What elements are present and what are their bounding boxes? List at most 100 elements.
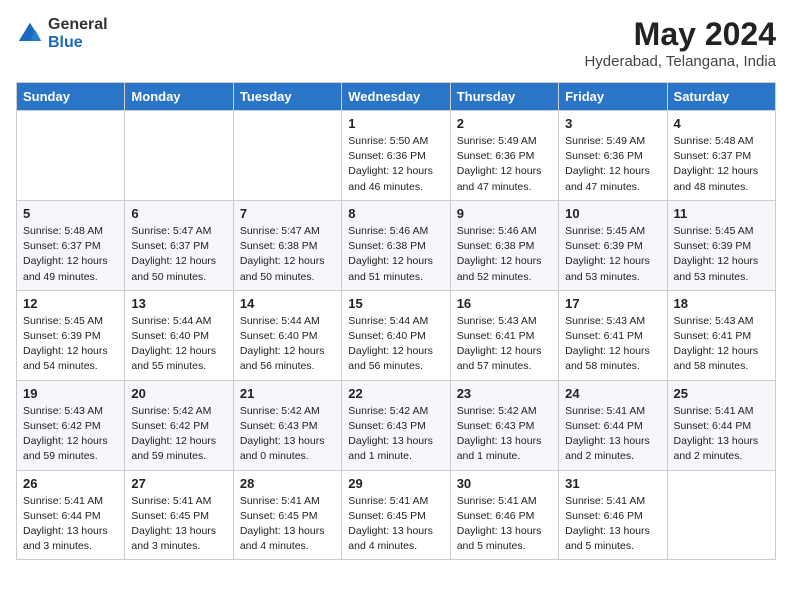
calendar-cell: 17Sunrise: 5:43 AM Sunset: 6:41 PM Dayli… — [559, 290, 667, 380]
day-number: 9 — [457, 206, 552, 221]
day-number: 18 — [674, 296, 769, 311]
day-info: Sunrise: 5:43 AM Sunset: 6:42 PM Dayligh… — [23, 404, 118, 465]
calendar-week-row: 1 Sunrise: 5:50 AM Sunset: 6:36 PM Daylig… — [17, 111, 776, 201]
calendar-cell: 27 Sunrise: 5:41 AM Sunset: 6:45 PM Dayli… — [125, 470, 233, 560]
day-info: Sunrise: 5:47 AM Sunset: 6:38 PM Dayligh… — [240, 224, 335, 285]
calendar-cell: 12Sunrise: 5:45 AM Sunset: 6:39 PM Dayli… — [17, 290, 125, 380]
calendar-cell: 18Sunrise: 5:43 AM Sunset: 6:41 PM Dayli… — [667, 290, 775, 380]
day-number: 8 — [348, 206, 443, 221]
weekday-header-friday: Friday — [559, 83, 667, 111]
calendar-cell: 23 Sunrise: 5:42 AM Sunset: 6:43 PM Dayli… — [450, 380, 558, 470]
day-number: 10 — [565, 206, 660, 221]
day-number: 21 — [240, 386, 335, 401]
calendar-cell: 26Sunrise: 5:41 AM Sunset: 6:44 PM Dayli… — [17, 470, 125, 560]
day-number: 26 — [23, 476, 118, 491]
calendar-cell: 10 Sunrise: 5:45 AM Sunset: 6:39 PM Dayli… — [559, 200, 667, 290]
title-block: May 2024 Hyderabad, Telangana, India — [584, 16, 776, 70]
calendar-cell: 22 Sunrise: 5:42 AM Sunset: 6:43 PM Dayli… — [342, 380, 450, 470]
day-info: Sunrise: 5:48 AM Sunset: 6:37 PM Dayligh… — [23, 224, 118, 285]
calendar-week-row: 26Sunrise: 5:41 AM Sunset: 6:44 PM Dayli… — [17, 470, 776, 560]
day-number: 16 — [457, 296, 552, 311]
day-info: Sunrise: 5:45 AM Sunset: 6:39 PM Dayligh… — [565, 224, 660, 285]
day-number: 4 — [674, 116, 769, 131]
day-info: Sunrise: 5:42 AM Sunset: 6:43 PM Dayligh… — [457, 404, 552, 465]
calendar-cell: 20 Sunrise: 5:42 AM Sunset: 6:42 PM Dayli… — [125, 380, 233, 470]
calendar-cell: 2 Sunrise: 5:49 AM Sunset: 6:36 PM Daylig… — [450, 111, 558, 201]
day-number: 30 — [457, 476, 552, 491]
day-number: 11 — [674, 206, 769, 221]
day-info: Sunrise: 5:44 AM Sunset: 6:40 PM Dayligh… — [131, 314, 226, 375]
day-number: 1 — [348, 116, 443, 131]
day-info: Sunrise: 5:46 AM Sunset: 6:38 PM Dayligh… — [348, 224, 443, 285]
day-number: 25 — [674, 386, 769, 401]
calendar-cell: 30 Sunrise: 5:41 AM Sunset: 6:46 PM Dayli… — [450, 470, 558, 560]
calendar-cell: 16 Sunrise: 5:43 AM Sunset: 6:41 PM Dayli… — [450, 290, 558, 380]
calendar-week-row: 19 Sunrise: 5:43 AM Sunset: 6:42 PM Dayli… — [17, 380, 776, 470]
day-number: 2 — [457, 116, 552, 131]
day-info: Sunrise: 5:41 AM Sunset: 6:45 PM Dayligh… — [348, 494, 443, 555]
day-info: Sunrise: 5:41 AM Sunset: 6:46 PM Dayligh… — [565, 494, 660, 555]
calendar-cell — [17, 111, 125, 201]
weekday-header-tuesday: Tuesday — [233, 83, 341, 111]
day-info: Sunrise: 5:49 AM Sunset: 6:36 PM Dayligh… — [565, 134, 660, 195]
day-number: 6 — [131, 206, 226, 221]
calendar-cell: 13 Sunrise: 5:44 AM Sunset: 6:40 PM Dayli… — [125, 290, 233, 380]
day-info: Sunrise: 5:41 AM Sunset: 6:45 PM Dayligh… — [240, 494, 335, 555]
day-number: 15 — [348, 296, 443, 311]
calendar-cell: 1 Sunrise: 5:50 AM Sunset: 6:36 PM Daylig… — [342, 111, 450, 201]
day-info: Sunrise: 5:45 AM Sunset: 6:39 PM Dayligh… — [23, 314, 118, 375]
day-info: Sunrise: 5:41 AM Sunset: 6:44 PM Dayligh… — [674, 404, 769, 465]
day-info: Sunrise: 5:50 AM Sunset: 6:36 PM Dayligh… — [348, 134, 443, 195]
day-info: Sunrise: 5:42 AM Sunset: 6:43 PM Dayligh… — [348, 404, 443, 465]
day-number: 13 — [131, 296, 226, 311]
calendar-cell: 9Sunrise: 5:46 AM Sunset: 6:38 PM Daylig… — [450, 200, 558, 290]
day-info: Sunrise: 5:47 AM Sunset: 6:37 PM Dayligh… — [131, 224, 226, 285]
day-number: 5 — [23, 206, 118, 221]
day-number: 29 — [348, 476, 443, 491]
calendar-cell: 4 Sunrise: 5:48 AM Sunset: 6:37 PM Daylig… — [667, 111, 775, 201]
day-info: Sunrise: 5:42 AM Sunset: 6:43 PM Dayligh… — [240, 404, 335, 465]
logo-general-text: General — [48, 16, 108, 34]
day-info: Sunrise: 5:49 AM Sunset: 6:36 PM Dayligh… — [457, 134, 552, 195]
calendar-cell: 31 Sunrise: 5:41 AM Sunset: 6:46 PM Dayli… — [559, 470, 667, 560]
logo-text: General Blue — [48, 16, 108, 51]
calendar-cell: 24 Sunrise: 5:41 AM Sunset: 6:44 PM Dayli… — [559, 380, 667, 470]
calendar-cell: 6 Sunrise: 5:47 AM Sunset: 6:37 PM Daylig… — [125, 200, 233, 290]
calendar-cell: 14Sunrise: 5:44 AM Sunset: 6:40 PM Dayli… — [233, 290, 341, 380]
day-info: Sunrise: 5:41 AM Sunset: 6:44 PM Dayligh… — [565, 404, 660, 465]
weekday-header-wednesday: Wednesday — [342, 83, 450, 111]
day-info: Sunrise: 5:48 AM Sunset: 6:37 PM Dayligh… — [674, 134, 769, 195]
calendar-week-row: 5 Sunrise: 5:48 AM Sunset: 6:37 PM Daylig… — [17, 200, 776, 290]
title-month: May 2024 — [584, 16, 776, 53]
calendar-cell — [233, 111, 341, 201]
logo-blue-text: Blue — [48, 34, 108, 52]
calendar-cell: 25 Sunrise: 5:41 AM Sunset: 6:44 PM Dayli… — [667, 380, 775, 470]
calendar-cell: 29 Sunrise: 5:41 AM Sunset: 6:45 PM Dayli… — [342, 470, 450, 560]
day-number: 7 — [240, 206, 335, 221]
day-info: Sunrise: 5:41 AM Sunset: 6:45 PM Dayligh… — [131, 494, 226, 555]
calendar-cell: 7 Sunrise: 5:47 AM Sunset: 6:38 PM Daylig… — [233, 200, 341, 290]
logo: General Blue — [16, 16, 108, 51]
calendar-header-row: SundayMondayTuesdayWednesdayThursdayFrid… — [17, 83, 776, 111]
day-number: 27 — [131, 476, 226, 491]
logo-icon — [16, 20, 44, 48]
day-number: 22 — [348, 386, 443, 401]
day-number: 3 — [565, 116, 660, 131]
day-number: 23 — [457, 386, 552, 401]
calendar-cell: 15 Sunrise: 5:44 AM Sunset: 6:40 PM Dayli… — [342, 290, 450, 380]
day-info: Sunrise: 5:43 AM Sunset: 6:41 PM Dayligh… — [457, 314, 552, 375]
day-info: Sunrise: 5:42 AM Sunset: 6:42 PM Dayligh… — [131, 404, 226, 465]
calendar-week-row: 12Sunrise: 5:45 AM Sunset: 6:39 PM Dayli… — [17, 290, 776, 380]
calendar-cell: 3 Sunrise: 5:49 AM Sunset: 6:36 PM Daylig… — [559, 111, 667, 201]
day-number: 19 — [23, 386, 118, 401]
day-number: 20 — [131, 386, 226, 401]
day-info: Sunrise: 5:41 AM Sunset: 6:46 PM Dayligh… — [457, 494, 552, 555]
calendar-cell: 28Sunrise: 5:41 AM Sunset: 6:45 PM Dayli… — [233, 470, 341, 560]
calendar-table: SundayMondayTuesdayWednesdayThursdayFrid… — [16, 82, 776, 560]
day-number: 31 — [565, 476, 660, 491]
day-info: Sunrise: 5:44 AM Sunset: 6:40 PM Dayligh… — [240, 314, 335, 375]
day-number: 24 — [565, 386, 660, 401]
day-info: Sunrise: 5:44 AM Sunset: 6:40 PM Dayligh… — [348, 314, 443, 375]
calendar-cell: 8 Sunrise: 5:46 AM Sunset: 6:38 PM Daylig… — [342, 200, 450, 290]
calendar-cell: 19 Sunrise: 5:43 AM Sunset: 6:42 PM Dayli… — [17, 380, 125, 470]
